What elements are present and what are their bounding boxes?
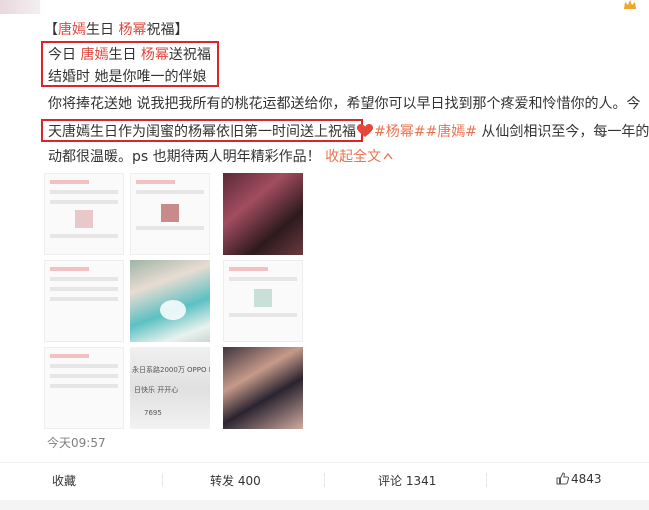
- thumb8-count: 7695: [144, 409, 162, 417]
- heart-icon: [357, 124, 373, 137]
- intro-line-1: 今日 唐嫣生日 杨幂送祝福: [48, 46, 211, 64]
- image-thumb-2[interactable]: [130, 173, 210, 255]
- action-bar: 收藏 转发 400 评论 1341 4843: [0, 462, 649, 497]
- repost-button[interactable]: 转发 400: [210, 472, 261, 489]
- image-thumb-6[interactable]: [223, 260, 303, 342]
- image-thumb-4[interactable]: [44, 260, 124, 342]
- image-thumb-3[interactable]: [223, 173, 303, 255]
- like-count: 4843: [571, 472, 602, 486]
- crown-icon: [624, 0, 636, 9]
- intro-line-2: 结婚时 她是你唯一的伴娘: [48, 69, 207, 85]
- divider: [486, 473, 487, 487]
- intro-pre: 今日: [48, 47, 81, 63]
- top-bar: [0, 0, 649, 14]
- collapse-link[interactable]: 收起全文: [325, 149, 393, 165]
- headline-bracket-close: 】: [174, 22, 189, 38]
- topic-tang-link[interactable]: #唐嫣#: [425, 124, 476, 140]
- image-thumb-1[interactable]: [44, 173, 124, 255]
- bottom-strip: [0, 500, 649, 510]
- image-thumb-7[interactable]: [44, 347, 124, 429]
- para3-text: 动都很温暖。ps 也期待两人明年精彩作品！: [48, 149, 321, 165]
- headline-name-tang: 唐嫣: [58, 22, 86, 38]
- topic-yang-link[interactable]: #杨幂#: [374, 124, 425, 140]
- chevron-up-icon: [383, 152, 393, 160]
- para2-tail: 从仙剑相识至今，每一年的互: [476, 124, 649, 140]
- post-paragraph-3: 动都很温暖。ps 也期待两人明年精彩作品！ 收起全文: [48, 148, 393, 166]
- post-headline: 【唐嫣生日 杨幂祝福】: [44, 21, 188, 39]
- intro-mid: 生日: [108, 47, 141, 63]
- intro-name-yang: 杨幂: [140, 47, 169, 63]
- headline-rest: 祝福: [146, 22, 175, 38]
- post-paragraph-1: 你将捧花送她 说我把我所有的桃花运都送给你，希望你可以早日找到那个疼爱和怜惜你的…: [48, 96, 641, 112]
- post-paragraph-2: 天唐嫣生日作为闺蜜的杨幂依旧第一时间送上祝福 #杨幂##唐嫣# 从仙剑相识至今，…: [48, 123, 649, 141]
- avatar[interactable]: [0, 0, 40, 14]
- intro-name-tang: 唐嫣: [80, 47, 109, 63]
- headline-name-yang: 杨幂: [118, 22, 147, 38]
- headline-mid: 生日: [86, 22, 119, 38]
- wish-text: 天唐嫣生日作为闺蜜的杨幂依旧第一时间送上祝福: [48, 124, 356, 140]
- collect-button[interactable]: 收藏: [52, 472, 76, 489]
- image-thumb-9[interactable]: [223, 347, 303, 429]
- collapse-label: 收起全文: [325, 149, 382, 165]
- headline-bracket-open: 【: [44, 22, 58, 38]
- post-time: 今天09:57: [47, 436, 106, 450]
- thumb8-ad-text: 永日系路2000万 OPPO R11s: [132, 366, 210, 374]
- divider: [324, 473, 325, 487]
- divider: [162, 473, 163, 487]
- thumb8-text-b: 开开心: [157, 386, 179, 394]
- image-thumb-8[interactable]: 永日系路2000万 OPPO R11s 日快乐 开开心 7695: [130, 347, 210, 429]
- thumb8-text-a: 日快乐: [134, 386, 155, 394]
- like-button[interactable]: 4843: [556, 472, 602, 486]
- intro-rest: 送祝福: [168, 47, 211, 63]
- thumbs-up-icon: [556, 472, 569, 485]
- image-thumb-5[interactable]: [130, 260, 210, 342]
- comment-button[interactable]: 评论 1341: [378, 472, 436, 489]
